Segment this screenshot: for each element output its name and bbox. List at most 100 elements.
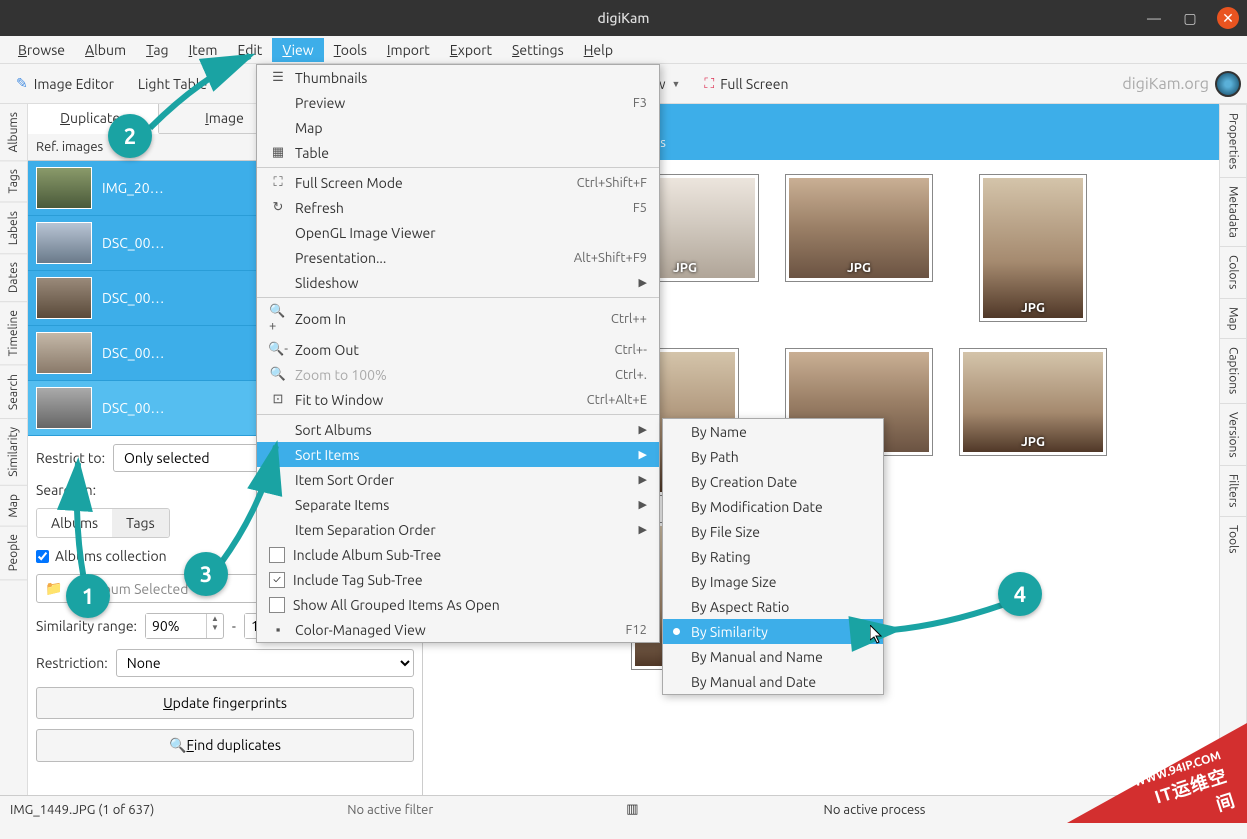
menu-item-text: Show All Grouped Items As Open [293, 597, 647, 613]
sort-item-by-similarity[interactable]: By Similarity [663, 619, 883, 644]
left-vtab-search[interactable]: Search [0, 366, 27, 419]
menu-item-item-sort-order[interactable]: Item Sort Order▶ [257, 467, 659, 492]
menu-import[interactable]: Import [377, 38, 440, 62]
menu-item-map[interactable]: Map [257, 115, 659, 140]
image-editor-label: Image Editor [34, 76, 114, 92]
left-vtab-map[interactable]: Map [0, 486, 27, 527]
right-vtab-versions[interactable]: Versions [1220, 403, 1246, 466]
all-albums-checkbox[interactable] [36, 550, 49, 563]
left-vtab-similarity[interactable]: Similarity [0, 419, 27, 486]
annotation-2: 2 [108, 114, 152, 158]
left-vtab-people[interactable]: People [0, 526, 27, 580]
menu-icon: ☰ [269, 70, 287, 85]
sort-item-by-modification-date[interactable]: By Modification Date [663, 494, 883, 519]
menu-item-text: Refresh [295, 200, 633, 216]
right-vtab-filters[interactable]: Filters [1220, 465, 1246, 515]
sort-item-by-manual-and-name[interactable]: By Manual and Name [663, 644, 883, 669]
menu-item-table[interactable]: ▦Table [257, 140, 659, 165]
menu-export[interactable]: Export [440, 38, 502, 62]
close-button[interactable]: ✕ [1217, 7, 1239, 29]
maximize-button[interactable]: ▢ [1181, 9, 1199, 27]
sort-item-by-name[interactable]: By Name [663, 419, 883, 444]
sort-item-by-aspect-ratio[interactable]: By Aspect Ratio [663, 594, 883, 619]
menu-item-preview[interactable]: PreviewF3 [257, 90, 659, 115]
spin-up-icon[interactable]: ▲ [207, 614, 223, 623]
minimize-button[interactable]: — [1145, 9, 1163, 27]
sort-item-by-manual-and-date[interactable]: By Manual and Date [663, 669, 883, 694]
menu-accelerator: F3 [633, 96, 647, 110]
right-vtab-colors[interactable]: Colors [1220, 246, 1246, 297]
menu-icon: ⊡ [269, 392, 287, 407]
annotation-arrow-4 [884, 600, 1014, 653]
right-vtab-metadata[interactable]: Metadata [1220, 177, 1246, 246]
menu-help[interactable]: Help [574, 38, 623, 62]
sort-item-by-path[interactable]: By Path [663, 444, 883, 469]
titlebar: digiKam — ▢ ✕ [0, 0, 1247, 36]
menu-item-item-separation-order[interactable]: Item Separation Order▶ [257, 517, 659, 542]
similarity-min-input[interactable] [146, 614, 206, 638]
right-vtab-tools[interactable]: Tools [1220, 516, 1246, 562]
menu-item-text: Zoom Out [295, 342, 614, 358]
sort-item-by-file-size[interactable]: By File Size [663, 519, 883, 544]
menu-item-text: Table [295, 145, 647, 161]
sort-item-by-creation-date[interactable]: By Creation Date [663, 469, 883, 494]
menu-item-thumbnails[interactable]: ☰Thumbnails [257, 65, 659, 90]
annotation-arrow-2 [140, 48, 270, 141]
spin-down-icon[interactable]: ▼ [207, 623, 223, 632]
menu-album[interactable]: Album [75, 38, 136, 62]
menu-item-zoom-in[interactable]: 🔍+Zoom InCtrl++ [257, 300, 659, 337]
thumbnail-format-label: JPG [673, 261, 697, 275]
right-vertical-tabs: PropertiesMetadataColorsMapCaptionsVersi… [1219, 104, 1247, 795]
menu-icon: ▪ [269, 622, 287, 637]
menu-view[interactable]: View [272, 38, 323, 62]
status-filter-icon[interactable]: ▥ [626, 802, 638, 817]
menu-item-separate-items[interactable]: Separate Items▶ [257, 492, 659, 517]
left-vtab-timeline[interactable]: Timeline [0, 302, 27, 365]
left-vtab-dates[interactable]: Dates [0, 254, 27, 302]
left-vtab-labels[interactable]: Labels [0, 203, 27, 254]
menu-item-sort-items[interactable]: Sort Items▶ [257, 442, 659, 467]
fullscreen-button[interactable]: ⛶Full Screen [694, 69, 798, 98]
menu-tools[interactable]: Tools [324, 38, 377, 62]
radio-bullet-icon [673, 628, 680, 635]
menu-item-color-managed-view[interactable]: ▪Color-Managed ViewF12 [257, 617, 659, 642]
find-duplicates-button[interactable]: 🔍Find duplicates [36, 729, 414, 762]
menu-item-full-screen-mode[interactable]: ⛶Full Screen ModeCtrl+Shift+F [257, 170, 659, 195]
right-vtab-map[interactable]: Map [1220, 298, 1246, 339]
right-vtab-properties[interactable]: Properties [1220, 104, 1246, 177]
menu-settings[interactable]: Settings [502, 38, 574, 62]
menu-item-show-all-grouped-items-as-open[interactable]: Show All Grouped Items As Open [257, 592, 659, 617]
menu-item-fit-to-window[interactable]: ⊡Fit to WindowCtrl+Alt+E [257, 387, 659, 412]
thumbnail-item[interactable]: JPG [959, 348, 1107, 496]
right-vtab-captions[interactable]: Captions [1220, 338, 1246, 402]
menu-item-presentation-[interactable]: Presentation...Alt+Shift+F9 [257, 245, 659, 270]
menu-item-refresh[interactable]: ↻RefreshF5 [257, 195, 659, 220]
submenu-arrow-icon: ▶ [639, 523, 647, 536]
row-thumbnail [36, 167, 92, 209]
branding-text: digiKam.org [1122, 75, 1209, 93]
update-fingerprints-button[interactable]: Update fingerprints [36, 687, 414, 719]
menu-browse[interactable]: Browse [8, 38, 75, 62]
menu-item-zoom-out[interactable]: 🔍-Zoom OutCtrl+- [257, 337, 659, 362]
annotation-arrow-1 [54, 455, 114, 588]
menu-item-text: Fit to Window [295, 392, 587, 408]
restriction-select[interactable]: None [116, 649, 414, 677]
similarity-min-spinner[interactable]: ▲▼ [145, 613, 224, 639]
menu-item-include-tag-sub-tree[interactable]: ✓Include Tag Sub-Tree [257, 567, 659, 592]
sort-item-by-rating[interactable]: By Rating [663, 544, 883, 569]
menu-icon: ⛶ [269, 175, 287, 190]
menu-item-opengl-image-viewer[interactable]: OpenGL Image Viewer [257, 220, 659, 245]
menu-accelerator: F12 [625, 623, 647, 637]
sort-item-by-image-size[interactable]: By Image Size [663, 569, 883, 594]
subtab-tags[interactable]: Tags [112, 509, 169, 537]
left-vtab-albums[interactable]: Albums [0, 104, 27, 161]
checkbox-icon [269, 597, 285, 613]
menu-item-slideshow[interactable]: Slideshow▶ [257, 270, 659, 295]
menu-item-sort-albums[interactable]: Sort Albums▶ [257, 417, 659, 442]
left-vtab-tags[interactable]: Tags [0, 161, 27, 202]
menu-accelerator: Alt+Shift+F9 [574, 251, 647, 265]
thumbnail-item[interactable]: JPG [959, 174, 1107, 322]
thumbnail-item[interactable]: JPG [785, 174, 933, 322]
image-editor-button[interactable]: ✎Image Editor [6, 69, 124, 98]
menu-item-include-album-sub-tree[interactable]: Include Album Sub-Tree [257, 542, 659, 567]
